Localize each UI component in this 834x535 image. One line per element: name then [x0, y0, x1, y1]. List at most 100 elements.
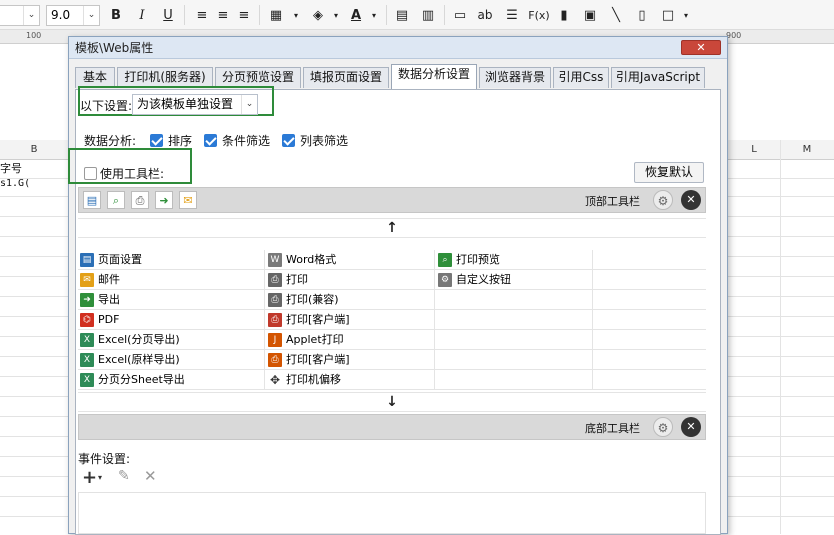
sheet-cell[interactable]: 字号 [0, 160, 22, 176]
top-toolbar-label: 顶部工具栏 [585, 195, 640, 208]
close-icon[interactable]: ✕ [681, 417, 701, 437]
toolbar-divider [184, 5, 185, 25]
add-icon[interactable]: + [82, 467, 97, 488]
grid-item-excel-original[interactable]: X Excel(原样导出) [78, 350, 180, 370]
font-name-select[interactable]: ⌄ [0, 5, 40, 26]
image-icon[interactable]: ▣ [580, 6, 600, 25]
underline-button[interactable]: U [158, 6, 178, 25]
condition-filter-checkbox[interactable] [204, 134, 217, 147]
bottom-toolbar-area[interactable]: 底部工具栏 ⚙ ✕ [78, 414, 706, 440]
export-icon[interactable]: ➜ [155, 191, 173, 209]
grid-item-custom-button[interactable]: ⚙ 自定义按钮 [436, 270, 511, 290]
dialog-title-bar[interactable]: 模板\Web属性 [69, 37, 727, 59]
textfield-icon[interactable]: ▭ [450, 6, 470, 25]
grid-item-export[interactable]: ➜ 导出 [78, 290, 120, 310]
sheet-cell[interactable]: s1.G( [0, 178, 30, 189]
gear-icon[interactable]: ⚙ [653, 417, 673, 437]
column-header[interactable]: B [0, 140, 68, 160]
bar-chart-icon[interactable]: ▮ [554, 6, 574, 25]
bold-button[interactable]: B [106, 6, 126, 25]
column-header[interactable]: M [780, 140, 834, 160]
align-left-icon[interactable]: ≡ [192, 6, 212, 25]
grid-item-printer-offset[interactable]: ✥ 打印机偏移 [266, 370, 341, 390]
chevron-down-icon[interactable]: ▾ [326, 6, 346, 25]
print-icon: ⎙ [268, 293, 282, 307]
chevron-down-icon[interactable]: ▾ [364, 6, 384, 25]
grid-item-print-client[interactable]: ⎙ 打印[客户端] [266, 310, 350, 330]
align-center-icon[interactable]: ≡ [213, 6, 233, 25]
column-divider [264, 310, 265, 330]
split-cells-icon[interactable]: ▥ [418, 6, 438, 25]
gear-icon[interactable]: ⚙ [653, 190, 673, 210]
restore-default-button[interactable]: 恢复默认 [634, 162, 704, 183]
tab-fill-page[interactable]: 填报页面设置 [303, 67, 389, 88]
slash-icon[interactable]: ╲ [606, 6, 626, 25]
tab-basic[interactable]: 基本 [75, 67, 115, 88]
merge-cells-icon[interactable]: ▤ [392, 6, 412, 25]
tab-printer-server[interactable]: 打印机(服务器) [117, 67, 213, 88]
grid-item-print[interactable]: ⎙ 打印 [266, 270, 308, 290]
edit-icon[interactable]: ✎ [118, 468, 130, 484]
align-right-icon[interactable]: ≡ [234, 6, 254, 25]
grid-item-label: 导出 [98, 293, 120, 306]
chevron-down-icon[interactable]: ▾ [286, 6, 306, 25]
grid-item-sheet-export[interactable]: X 分页分Sheet导出 [78, 370, 185, 390]
grid-item-word[interactable]: W Word格式 [266, 250, 336, 270]
print-preview-icon[interactable]: ⌕ [107, 191, 125, 209]
top-toolbar-area[interactable]: ▤ ⌕ ⎙ ➜ ✉ 顶部工具栏 ⚙ ✕ [78, 187, 706, 213]
paragraph-icon[interactable]: ☰ [502, 6, 522, 25]
grid-item-applet-print[interactable]: J Applet打印 [266, 330, 344, 350]
grid-item-label: 打印[客户端] [286, 353, 350, 366]
formula-button[interactable]: F(x) [526, 6, 552, 25]
tab-javascript[interactable]: 引用JavaScript [611, 67, 705, 88]
table-row: X Excel(原样导出) ⎙ 打印[客户端] [78, 350, 706, 370]
delete-icon[interactable]: ✕ [144, 467, 157, 485]
mail-icon: ✉ [80, 273, 94, 287]
setting-select[interactable]: 为该模板单独设置 ⌄ [132, 94, 258, 115]
mail-icon[interactable]: ✉ [179, 191, 197, 209]
grid-item-print-client-2[interactable]: ⎙ 打印[客户端] [266, 350, 350, 370]
move-down-button[interactable]: ↑ [78, 218, 706, 238]
use-toolbar-checkbox[interactable] [84, 167, 97, 180]
tab-data-analysis[interactable]: 数据分析设置 [391, 64, 477, 89]
tab-css[interactable]: 引用Css [553, 67, 609, 88]
grid-item-page-setup[interactable]: ▤ 页面设置 [78, 250, 142, 270]
column-divider [592, 370, 593, 390]
page-setup-icon: ▤ [80, 253, 94, 267]
grid-item-pdf[interactable]: ⌬ PDF [78, 310, 119, 330]
toolbar-buttons-grid: ▤ 页面设置 W Word格式 ⌕ 打印预览 ✉ 邮件 ⎙ 打印 ⚙ 自定义按钮 ➜ 导出 ⎙… [78, 250, 706, 392]
tab-page-preview[interactable]: 分页预览设置 [215, 67, 301, 88]
column-header[interactable]: L [728, 140, 780, 160]
sub-report-icon[interactable]: ▯ [632, 6, 652, 25]
grid-item-print-preview[interactable]: ⌕ 打印预览 [436, 250, 500, 270]
print-icon[interactable]: ⎙ [131, 191, 149, 209]
ruler-tick: 900 [726, 31, 742, 40]
setting-value: 为该模板单独设置 [137, 97, 234, 111]
border-icon[interactable]: ▦ [266, 6, 286, 25]
fill-color-icon[interactable]: ◈ [308, 6, 328, 25]
column-divider [434, 330, 435, 350]
italic-button[interactable]: I [132, 6, 152, 25]
move-up-button[interactable]: ↓ [78, 392, 706, 412]
chevron-down-icon[interactable]: ▾ [98, 473, 102, 482]
page-setup-icon[interactable]: ▤ [83, 191, 101, 209]
column-divider [264, 350, 265, 370]
text-style-button[interactable]: ab [475, 6, 495, 25]
dialog-title: 模板\Web属性 [75, 41, 154, 55]
frame-icon[interactable]: □ [658, 6, 678, 25]
column-divider [264, 250, 265, 270]
chevron-down-icon[interactable]: ▾ [676, 6, 696, 25]
tab-browser-background[interactable]: 浏览器背景 [479, 67, 551, 88]
sort-label: 排序 [168, 134, 193, 148]
sort-checkbox[interactable] [150, 134, 163, 147]
font-color-icon[interactable]: A [346, 6, 366, 25]
close-icon[interactable]: ✕ [681, 190, 701, 210]
close-button[interactable]: ✕ [681, 40, 721, 55]
font-size-select[interactable]: 9.0 ⌄ [46, 5, 100, 26]
grid-item-label: 打印预览 [456, 253, 500, 266]
grid-item-mail[interactable]: ✉ 邮件 [78, 270, 120, 290]
grid-item-excel-paged[interactable]: X Excel(分页导出) [78, 330, 180, 350]
grid-item-print-compatible[interactable]: ⎙ 打印(兼容) [266, 290, 339, 310]
event-list[interactable] [78, 492, 706, 534]
list-filter-checkbox[interactable] [282, 134, 295, 147]
